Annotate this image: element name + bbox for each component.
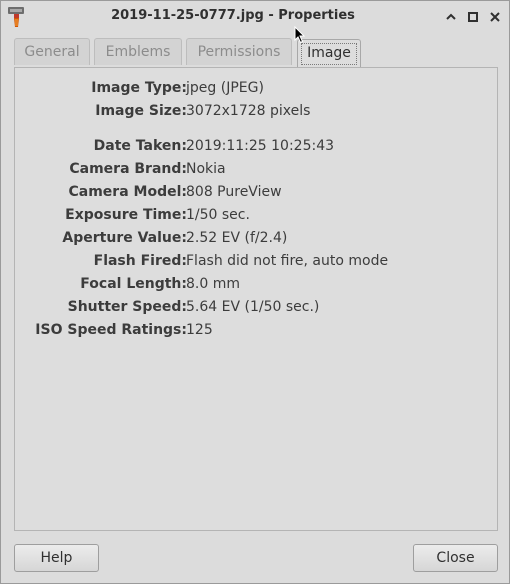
tab-image-label: Image [307,45,351,61]
property-label: Camera Model: [68,184,188,200]
property-value: 3072x1728 pixels [186,103,311,119]
property-row-date-taken: Date Taken: 2019:11:25 10:25:43 [15,138,499,158]
close-icon[interactable] [487,9,503,25]
property-value: 1/50 sec. [186,207,250,223]
property-row-iso-speed: ISO Speed Ratings: 125 [15,322,499,342]
property-row-shutter-speed: Shutter Speed: 5.64 EV (1/50 sec.) [15,299,499,319]
property-value: 2.52 EV (f/2.4) [186,230,288,246]
property-value: Nokia [186,161,226,177]
property-label: Exposure Time: [65,207,187,223]
property-label: Shutter Speed: [67,299,187,315]
property-value: 8.0 mm [186,276,240,292]
property-row-focal-length: Focal Length: 8.0 mm [15,276,499,296]
property-label: Date Taken: [93,138,187,154]
property-label: Aperture Value: [62,230,187,246]
property-value: 808 PureView [186,184,282,200]
property-label: ISO Speed Ratings: [35,322,187,338]
window-title: 2019-11-25-0777.jpg - Properties [111,8,355,23]
property-row-image-size: Image Size: 3072x1728 pixels [15,103,499,123]
close-button[interactable]: Close [413,544,498,572]
tab-image[interactable]: Image [297,39,361,67]
property-value: 5.64 EV (1/50 sec.) [186,299,320,315]
property-value: jpeg (JPEG) [186,80,264,96]
property-row-flash-fired: Flash Fired: Flash did not fire, auto mo… [15,253,499,273]
property-row-camera-brand: Camera Brand: Nokia [15,161,499,181]
maximize-icon[interactable] [465,9,481,25]
property-row-image-type: Image Type: jpeg (JPEG) [15,80,499,100]
minimize-icon[interactable] [443,9,459,25]
property-label: Camera Brand: [69,161,187,177]
property-value: 125 [186,322,213,338]
property-row-camera-model: Camera Model: 808 PureView [15,184,499,204]
tab-permissions[interactable]: Permissions [186,38,292,65]
property-label: Flash Fired: [93,253,187,269]
property-value: Flash did not fire, auto mode [186,253,389,269]
properties-window: 2019-11-25-0777.jpg - Properties General… [0,0,510,584]
property-label: Image Type: [91,80,187,96]
tab-emblems[interactable]: Emblems [94,38,182,65]
property-label: Focal Length: [80,276,187,292]
image-properties-panel: Image Type: jpeg (JPEG) Image Size: 3072… [14,67,498,531]
property-label: Image Size: [95,103,187,119]
mouse-pointer-icon [294,25,306,44]
property-value: 2019:11:25 10:25:43 [186,138,335,154]
help-button[interactable]: Help [14,544,99,572]
tab-general[interactable]: General [14,38,90,65]
property-row-aperture-value: Aperture Value: 2.52 EV (f/2.4) [15,230,499,250]
title-bar[interactable]: 2019-11-25-0777.jpg - Properties [1,1,509,33]
property-row-exposure-time: Exposure Time: 1/50 sec. [15,207,499,227]
